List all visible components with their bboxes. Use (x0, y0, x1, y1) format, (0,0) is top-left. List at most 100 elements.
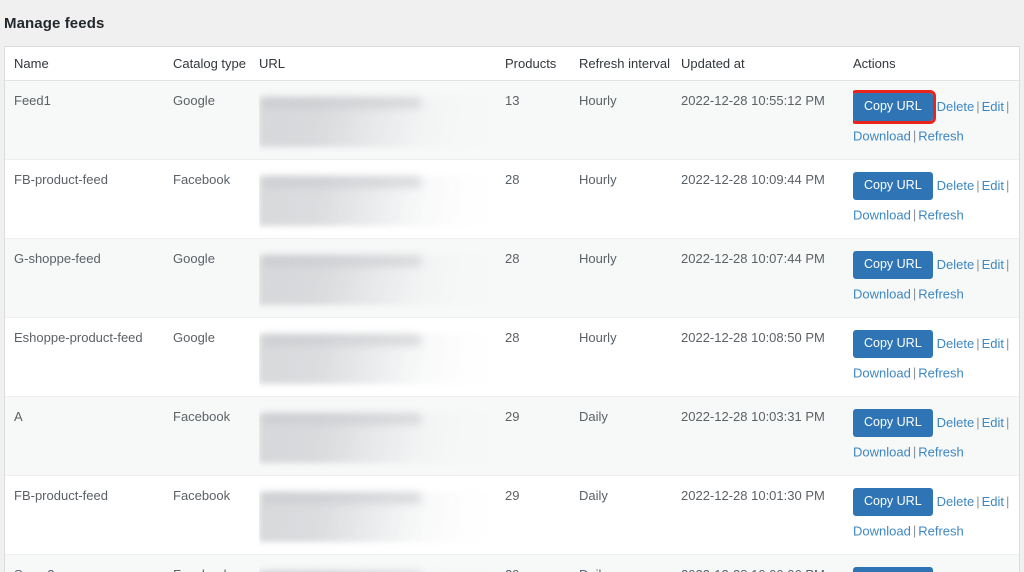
cell-feed-name: FB-product-feed (5, 475, 173, 555)
download-link[interactable]: Download (853, 365, 911, 380)
cell-actions: Copy URLDelete|Edit|Download|Refresh (853, 238, 1019, 318)
copy-url-button[interactable]: Copy URL (853, 409, 933, 437)
download-link[interactable]: Download (853, 128, 911, 143)
cell-catalog-type: Google (173, 80, 259, 160)
page-header: Manage feeds (0, 0, 1024, 46)
cell-feed-name: Feed1 (5, 80, 173, 160)
cell-actions: Copy URLDelete|Edit|Download|Refresh (853, 80, 1019, 160)
cell-url (259, 317, 505, 397)
cell-actions: Copy URLDelete|Edit|Download|Refresh (853, 554, 1019, 572)
cell-url (259, 396, 505, 476)
edit-link[interactable]: Edit (982, 99, 1004, 114)
actions-line-1: Copy URLDelete|Edit| (853, 172, 1011, 200)
actions-group: Copy URLDelete|Edit|Download|Refresh (853, 90, 1013, 143)
refresh-link[interactable]: Refresh (918, 207, 964, 222)
actions-line-2: Download | Refresh (853, 445, 1013, 459)
cell-feed-name: FB-product-feed (5, 159, 173, 239)
cell-products-count: 29 (505, 554, 579, 572)
cell-url (259, 554, 505, 572)
column-header-name[interactable]: Name (5, 47, 173, 81)
delete-link[interactable]: Delete (937, 336, 975, 351)
cell-products-count: 13 (505, 80, 579, 160)
actions-line-2: Download | Refresh (853, 129, 1013, 143)
action-separator: | (976, 256, 980, 272)
actions-line-1: Copy URLDelete|Edit| (853, 251, 1011, 279)
table-row: Eshoppe-product-feed Google 28 Hourly 2022-1… (5, 317, 1019, 397)
cell-catalog-type: Google (173, 238, 259, 318)
action-separator: | (1006, 493, 1010, 509)
refresh-link[interactable]: Refresh (918, 444, 964, 459)
refresh-link[interactable]: Refresh (918, 523, 964, 538)
edit-link[interactable]: Edit (982, 257, 1004, 272)
copy-url-button[interactable]: Copy URL (853, 488, 933, 516)
delete-link[interactable]: Delete (937, 99, 975, 114)
cell-actions: Copy URLDelete|Edit|Download|Refresh (853, 159, 1019, 239)
page-title: Manage feeds (4, 14, 105, 32)
table-row: Feed1 Google 13 Hourly 2022-12-28 10:55:12 P… (5, 80, 1019, 160)
cell-url (259, 159, 505, 239)
cell-refresh-interval: Hourly (579, 80, 681, 160)
refresh-link[interactable]: Refresh (918, 286, 964, 301)
url-blurred-placeholder (259, 176, 491, 226)
actions-group: Copy URLDelete|Edit|Download|Refresh (853, 330, 1013, 380)
refresh-link[interactable]: Refresh (918, 365, 964, 380)
download-link[interactable]: Download (853, 444, 911, 459)
cell-feed-name: Eshoppe-product-feed (5, 317, 173, 397)
actions-line-1: Copy URLDelete|Edit| (853, 409, 1011, 437)
cell-refresh-interval: Hourly (579, 317, 681, 397)
copy-url-button[interactable]: Copy URL (853, 90, 936, 124)
column-header-updated-at[interactable]: Updated at (681, 47, 853, 81)
delete-link[interactable]: Delete (937, 415, 975, 430)
column-header-catalog-type[interactable]: Catalog type (173, 47, 259, 81)
cell-products-count: 29 (505, 475, 579, 555)
actions-line-2: Download | Refresh (853, 524, 1013, 538)
column-header-actions: Actions (853, 47, 1019, 81)
cell-products-count: 28 (505, 159, 579, 239)
cell-feed-name: G-shoppe-feed (5, 238, 173, 318)
action-separator: | (976, 335, 980, 351)
delete-link[interactable]: Delete (937, 178, 975, 193)
refresh-link[interactable]: Refresh (918, 128, 964, 143)
action-separator: | (976, 177, 980, 193)
cell-updated-at: 2022-12-28 10:07:44 PM (681, 238, 853, 318)
action-separator: | (976, 493, 980, 509)
download-link[interactable]: Download (853, 523, 911, 538)
copy-url-button[interactable]: Copy URL (853, 330, 933, 358)
action-separator: | (1006, 335, 1010, 351)
cell-refresh-interval: Daily (579, 475, 681, 555)
copy-url-button[interactable]: Copy URL (853, 251, 933, 279)
actions-line-2: Download | Refresh (853, 366, 1013, 380)
column-header-products[interactable]: Products (505, 47, 579, 81)
cell-catalog-type: Facebook (173, 159, 259, 239)
download-link[interactable]: Download (853, 286, 911, 301)
cell-refresh-interval: Daily (579, 396, 681, 476)
cell-actions: Copy URLDelete|Edit|Download|Refresh (853, 396, 1019, 476)
copy-url-button[interactable]: Copy URL (853, 172, 933, 200)
cell-catalog-type: Facebook (173, 554, 259, 572)
url-blurred-placeholder (259, 413, 491, 463)
actions-line-1: Copy URLDelete|Edit| (853, 330, 1011, 358)
cell-updated-at: 2022-12-28 10:55:12 PM (681, 80, 853, 160)
delete-link[interactable]: Delete (937, 494, 975, 509)
edit-link[interactable]: Edit (982, 178, 1004, 193)
action-separator: | (1006, 414, 1010, 430)
url-blurred-placeholder (259, 97, 491, 147)
cell-refresh-interval: Daily (579, 554, 681, 572)
cell-catalog-type: Facebook (173, 475, 259, 555)
actions-line-2: Download | Refresh (853, 208, 1013, 222)
delete-link[interactable]: Delete (937, 257, 975, 272)
copy-url-button[interactable]: Copy URL (853, 567, 933, 572)
actions-group: Copy URLDelete|Edit|Download|Refresh (853, 488, 1013, 538)
download-link[interactable]: Download (853, 207, 911, 222)
actions-group: Copy URLDelete|Edit|Download|Refresh (853, 251, 1013, 301)
actions-group: Copy URLDelete|Edit|Download|Refresh (853, 567, 1013, 572)
actions-line-1: Copy URLDelete|Edit| (853, 90, 1011, 124)
cell-catalog-type: Google (173, 317, 259, 397)
column-header-url[interactable]: URL (259, 47, 505, 81)
edit-link[interactable]: Edit (982, 336, 1004, 351)
column-header-refresh-interval[interactable]: Refresh interval (579, 47, 681, 81)
edit-link[interactable]: Edit (982, 494, 1004, 509)
edit-link[interactable]: Edit (982, 415, 1004, 430)
action-separator: | (976, 98, 980, 114)
action-separator: | (1006, 177, 1010, 193)
